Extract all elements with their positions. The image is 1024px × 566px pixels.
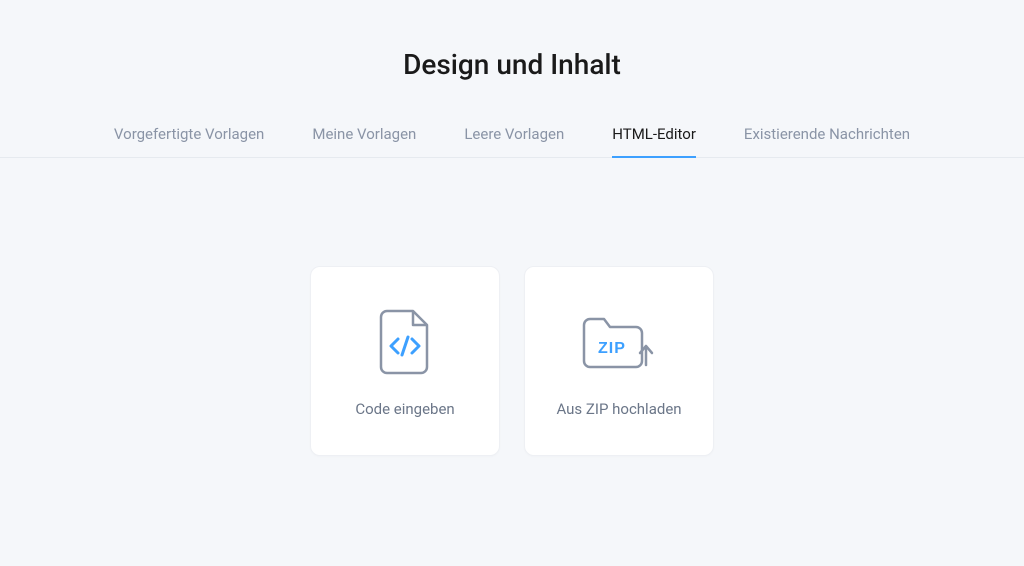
tabs-nav: Vorgefertigte Vorlagen Meine Vorlagen Le… — [0, 117, 1024, 158]
zip-folder-upload-icon: ZIP — [580, 303, 658, 381]
enter-code-card[interactable]: Code eingeben — [310, 266, 500, 456]
code-file-icon — [379, 303, 431, 381]
cards-container: Code eingeben ZIP Aus ZIP hochladen — [0, 266, 1024, 456]
tab-meine-vorlagen[interactable]: Meine Vorlagen — [312, 117, 416, 157]
tab-existierende-nachrichten[interactable]: Existierende Nachrichten — [744, 117, 910, 157]
upload-zip-card[interactable]: ZIP Aus ZIP hochladen — [524, 266, 714, 456]
zip-text: ZIP — [598, 340, 626, 357]
enter-code-label: Code eingeben — [355, 399, 454, 419]
page-title: Design und Inhalt — [0, 0, 1024, 117]
tab-vorgefertigte-vorlagen[interactable]: Vorgefertigte Vorlagen — [114, 117, 264, 157]
tab-html-editor[interactable]: HTML-Editor — [612, 117, 696, 157]
upload-zip-label: Aus ZIP hochladen — [556, 399, 681, 419]
tab-leere-vorlagen[interactable]: Leere Vorlagen — [464, 117, 564, 157]
